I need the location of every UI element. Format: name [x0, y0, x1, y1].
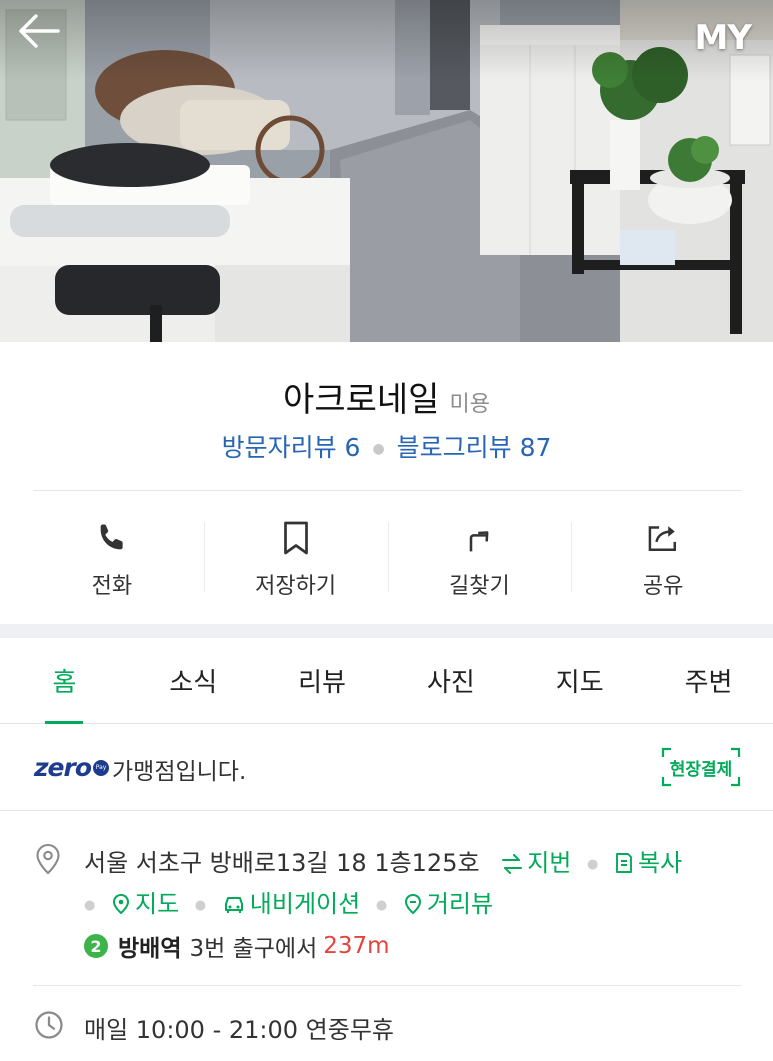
- salon-interior-photo: [0, 0, 773, 342]
- zeropay-text: 가맹점입니다.: [112, 759, 247, 785]
- visitor-reviews-link[interactable]: 방문자리뷰 6: [222, 433, 361, 462]
- navigation-label: 내비게이션: [249, 890, 361, 918]
- tab-home[interactable]: 홈: [0, 638, 129, 723]
- address-text: 서울 서초구 방배로13길 18 1층125호: [84, 849, 480, 877]
- save-label: 저장하기: [255, 574, 337, 599]
- share-icon: [648, 526, 677, 552]
- tab-news[interactable]: 소식: [129, 638, 258, 723]
- clock-icon: [35, 1011, 63, 1039]
- blog-reviews-link[interactable]: 블로그리뷰 87: [397, 433, 552, 462]
- blog-reviews-count: 87: [519, 433, 552, 462]
- transit-row: 2 방배역 3번 출구에서 237m: [84, 929, 390, 963]
- car-icon: [224, 897, 243, 913]
- zeropay-banner: zero Pay 가맹점입니다. 현장결제: [0, 725, 773, 811]
- navigation-link[interactable]: 내비게이션: [222, 890, 368, 918]
- share-button[interactable]: 공유: [571, 514, 755, 604]
- title-row: 아크로네일 미용: [0, 372, 773, 421]
- station-distance: 237m: [323, 933, 390, 959]
- zeropay-logo-sub: Pay: [93, 759, 110, 776]
- business-hours[interactable]: 매일 10:00 - 21:00 연중무휴: [84, 1010, 394, 1045]
- place-photo[interactable]: MY: [0, 0, 773, 342]
- tab-reviews[interactable]: 리뷰: [258, 638, 387, 723]
- directions-icon: [470, 531, 489, 552]
- tab-nearby[interactable]: 주변: [644, 638, 773, 723]
- action-bar: 전화 저장하기 길찾기 공유: [20, 514, 755, 604]
- share-label: 공유: [642, 574, 684, 599]
- my-button[interactable]: MY: [695, 14, 752, 62]
- copy-address-button[interactable]: 복사: [614, 849, 682, 877]
- save-button[interactable]: 저장하기: [203, 514, 388, 604]
- review-counts: 방문자리뷰 6 ● 블로그리뷰 87: [0, 428, 773, 464]
- onsite-payment-badge[interactable]: 현장결제: [661, 747, 741, 787]
- separator-dot: ●: [375, 897, 388, 913]
- section-gap: [0, 624, 773, 638]
- streetview-pin-icon: [404, 893, 421, 915]
- map-pin-icon: [112, 893, 129, 915]
- divider: [33, 490, 741, 491]
- station-name: 방배역: [118, 936, 182, 962]
- location-pin-icon: [36, 843, 60, 875]
- address-row: 서울 서초구 방배로13길 18 1층125호 지번 ● 복사: [84, 843, 682, 878]
- subway-line-badge: 2: [84, 934, 108, 958]
- blog-reviews-label: 블로그리뷰: [396, 433, 512, 462]
- arrow-left-icon: [19, 14, 60, 48]
- tab-photos[interactable]: 사진: [386, 638, 515, 723]
- jibun-label: 지번: [527, 849, 572, 877]
- separator-dot: ●: [194, 897, 207, 913]
- directions-button[interactable]: 길찾기: [387, 514, 572, 604]
- tab-map[interactable]: 지도: [515, 638, 644, 723]
- phone-icon: [100, 524, 123, 550]
- place-name: 아크로네일: [283, 380, 440, 420]
- zeropay-logo: zero Pay: [34, 753, 110, 782]
- separator-dot: ●: [372, 441, 385, 457]
- separator-dot: ●: [587, 856, 599, 872]
- jibun-toggle[interactable]: 지번: [501, 849, 579, 877]
- badge-frame-icon: [661, 747, 741, 787]
- place-category: 미용: [449, 392, 490, 417]
- address-links-row: ● 지도 ● 내비게이션 ● 거리뷰: [84, 884, 493, 919]
- map-label: 지도: [134, 890, 180, 918]
- tab-bar: 홈 소식 리뷰 사진 지도 주변: [0, 638, 773, 724]
- place-summary: 아크로네일 미용 방문자리뷰 6 ● 블로그리뷰 87 전화 저장하기 길찾기 …: [0, 342, 773, 624]
- streetview-label: 거리뷰: [426, 890, 494, 918]
- copy-icon: [616, 853, 632, 873]
- streetview-link[interactable]: 거리뷰: [403, 890, 493, 918]
- visitor-reviews-label: 방문자리뷰: [221, 433, 337, 462]
- visitor-reviews-count: 6: [344, 433, 361, 462]
- swap-arrows-icon: [502, 854, 523, 874]
- map-link[interactable]: 지도: [111, 890, 187, 918]
- back-button[interactable]: [18, 14, 74, 62]
- call-label: 전화: [91, 574, 133, 599]
- station-exit: 3번 출구에서: [189, 936, 318, 962]
- zeropay-logo-text: zero: [34, 753, 92, 782]
- divider: [33, 985, 741, 986]
- call-button[interactable]: 전화: [20, 514, 204, 604]
- bookmark-icon: [283, 521, 308, 555]
- copy-label: 복사: [638, 849, 683, 877]
- separator-dot: ●: [84, 897, 96, 913]
- directions-label: 길찾기: [449, 574, 510, 599]
